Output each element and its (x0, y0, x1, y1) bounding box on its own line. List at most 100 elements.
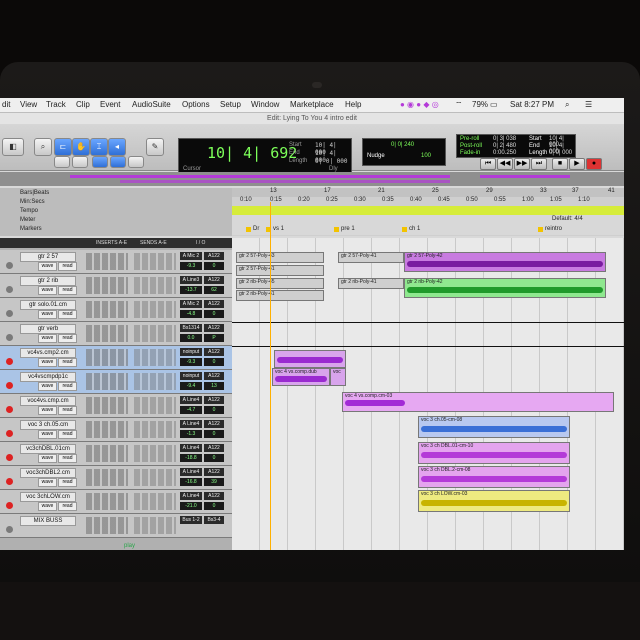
automation-mode-selector[interactable]: read (58, 454, 77, 463)
zoomer-tool-icon[interactable]: ⌕ (34, 138, 52, 156)
track-output[interactable]: A122 (204, 276, 224, 284)
ruler-meter[interactable]: Meter (20, 217, 35, 223)
insert-slots[interactable] (86, 373, 128, 390)
track-row[interactable]: gtr solo.01.cm wave read A Mic 2 A122 -4.8 0 (0, 298, 232, 322)
track-input[interactable]: A Mic 2 (180, 252, 202, 260)
automation-mode-selector[interactable]: read (58, 430, 77, 439)
pan-value[interactable]: 0 (204, 358, 224, 366)
send-slots[interactable] (134, 517, 176, 534)
universe-overview[interactable] (0, 172, 624, 186)
trim-tool-icon[interactable]: ⊏ (54, 138, 72, 156)
send-slots[interactable] (134, 397, 176, 414)
sends-header[interactable]: SENDS A-E (140, 240, 167, 246)
insert-slots[interactable] (86, 397, 128, 414)
zoom-button[interactable]: ◧ (2, 138, 24, 156)
stop-icon[interactable]: ■ (552, 158, 568, 170)
track-row[interactable]: vc4vs.cmp2.cm wave read noinput A122 -9.3 0 (0, 346, 232, 370)
track-row[interactable]: gtr 2 57 wave read A Mic 2 A122 -9.3 0 (0, 250, 232, 274)
track-row[interactable]: gtr verb wave read Bs1314 A122 0.0 P (0, 322, 232, 346)
record-arm-icon[interactable] (6, 262, 13, 269)
marker-dr[interactable]: Dr (246, 226, 259, 232)
record-arm-icon[interactable] (6, 502, 13, 509)
track-input[interactable]: A Mic 2 (180, 300, 202, 308)
timeline-rulers[interactable]: 13 17 21 25 29 33 37 41 0:10 0:15 0:20 0… (232, 188, 624, 236)
automation-mode-selector[interactable]: read (58, 358, 77, 367)
length-value[interactable]: 0| 0| 000 (315, 158, 348, 165)
waveform-view-selector[interactable]: wave (38, 430, 57, 439)
mode-button-4[interactable] (110, 156, 126, 168)
postroll-label[interactable]: Post-roll (460, 143, 482, 149)
clip-vc4-dub[interactable]: voc 4 vs.comp.dub (272, 368, 330, 386)
track-row[interactable]: voc3chDBL2.cm wave read A Line4 A122 -16.8 39 (0, 466, 232, 490)
track-output[interactable]: A122 (204, 444, 224, 452)
track-name[interactable]: gtr 2 rib (20, 276, 76, 286)
waveform-view-selector[interactable]: wave (38, 310, 57, 319)
track-output[interactable]: A122 (204, 420, 224, 428)
insert-slots[interactable] (86, 421, 128, 438)
automation-mode-selector[interactable]: read (58, 406, 77, 415)
track-name[interactable]: voc4vs.cmp.cm (20, 396, 76, 406)
go-to-end-icon[interactable]: ⏭ (531, 158, 547, 170)
menu-view[interactable]: View (20, 100, 37, 109)
mode-button-3[interactable] (92, 156, 108, 168)
clip-ch05[interactable]: voc 3 ch.05-cm-08 (418, 416, 570, 438)
pan-value[interactable]: P (204, 334, 224, 342)
track-input[interactable]: A Line4 (180, 444, 202, 452)
mode-button-5[interactable] (128, 156, 144, 168)
track-name[interactable]: gtr verb (20, 324, 76, 334)
volume-value[interactable]: -1.3 (180, 430, 202, 438)
scrubber-tool-icon[interactable]: ◂ (108, 138, 126, 156)
automation-mode-selector[interactable]: read (58, 262, 77, 271)
send-slots[interactable] (134, 277, 176, 294)
ruler-tempo[interactable]: Tempo (20, 208, 38, 214)
record-icon[interactable]: ● (586, 158, 602, 170)
track-row[interactable]: vc4vscmpdp1c wave read noinput A122 -9.4 13 (0, 370, 232, 394)
track-name[interactable]: voc 3chLOW.cm (20, 492, 76, 502)
track-output[interactable]: A122 (204, 492, 224, 500)
track-input[interactable]: A Line4 (180, 468, 202, 476)
preroll-label[interactable]: Pre-roll (460, 136, 479, 142)
insert-slots[interactable] (86, 493, 128, 510)
ruler-markers[interactable]: Markers (20, 226, 42, 232)
track-output[interactable]: A122 (204, 468, 224, 476)
forward-icon[interactable]: ▶▶ (514, 158, 530, 170)
track-output[interactable]: A122 (204, 372, 224, 380)
send-slots[interactable] (134, 421, 176, 438)
volume-value[interactable]: -4.8 (180, 310, 202, 318)
record-arm-icon[interactable] (6, 334, 13, 341)
pan-value[interactable]: 0 (204, 406, 224, 414)
rewind-to-start-icon[interactable]: ⏮ (480, 158, 496, 170)
track-name[interactable]: gtr solo.01.cm (20, 300, 76, 310)
track-input[interactable]: A Line4 (180, 420, 202, 428)
track-input[interactable]: Bus 1-2 (180, 516, 202, 524)
insert-slots[interactable] (86, 349, 128, 366)
clip-low[interactable]: voc 3 ch LOW.cm-03 (418, 490, 570, 512)
track-output[interactable]: A122 (204, 348, 224, 356)
track-row[interactable]: vc3chDBL.01cm wave read A Line4 A122 -18.8 0 (0, 442, 232, 466)
track-name[interactable]: gtr 2 57 (20, 252, 76, 262)
marker-ch1[interactable]: ch 1 (402, 226, 420, 232)
pan-value[interactable]: 0 (204, 262, 224, 270)
t-length-value[interactable]: 0| 0| 000 (549, 150, 572, 156)
edit-area[interactable]: gtr 2 57-Poly-43 gtr 2 57-Poly-41 gtr 2 … (232, 238, 624, 550)
ruler-bars-beats[interactable]: Bars|Beats (20, 190, 49, 196)
waveform-view-selector[interactable]: wave (38, 382, 57, 391)
marker-vs1[interactable]: vs 1 (266, 226, 284, 232)
track-output[interactable]: A122 (204, 324, 224, 332)
io-header[interactable]: I / O (196, 240, 205, 246)
play-icon[interactable]: ▶ (569, 158, 585, 170)
pan-value[interactable]: 13 (204, 382, 224, 390)
track-row[interactable]: voc 3chLOW.cm wave read A Line4 A122 -21.0 0 (0, 490, 232, 514)
volume-value[interactable]: -13.7 (180, 286, 202, 294)
insert-slots[interactable] (86, 301, 128, 318)
track-name[interactable]: vc4vs.cmp2.cm (20, 348, 76, 358)
send-slots[interactable] (134, 253, 176, 270)
nudge-value[interactable]: 100 (421, 153, 431, 159)
menu-window[interactable]: Window (251, 100, 279, 109)
main-counter[interactable]: 10| 4| 692 Cursor Start 10| 4| 000 End 1… (178, 138, 352, 176)
track-name[interactable]: vc3chDBL.01cm (20, 444, 76, 454)
insert-slots[interactable] (86, 517, 128, 534)
mode-button-1[interactable] (54, 156, 70, 168)
volume-value[interactable]: -21.0 (180, 502, 202, 510)
marker-pre1[interactable]: pre 1 (334, 226, 355, 232)
